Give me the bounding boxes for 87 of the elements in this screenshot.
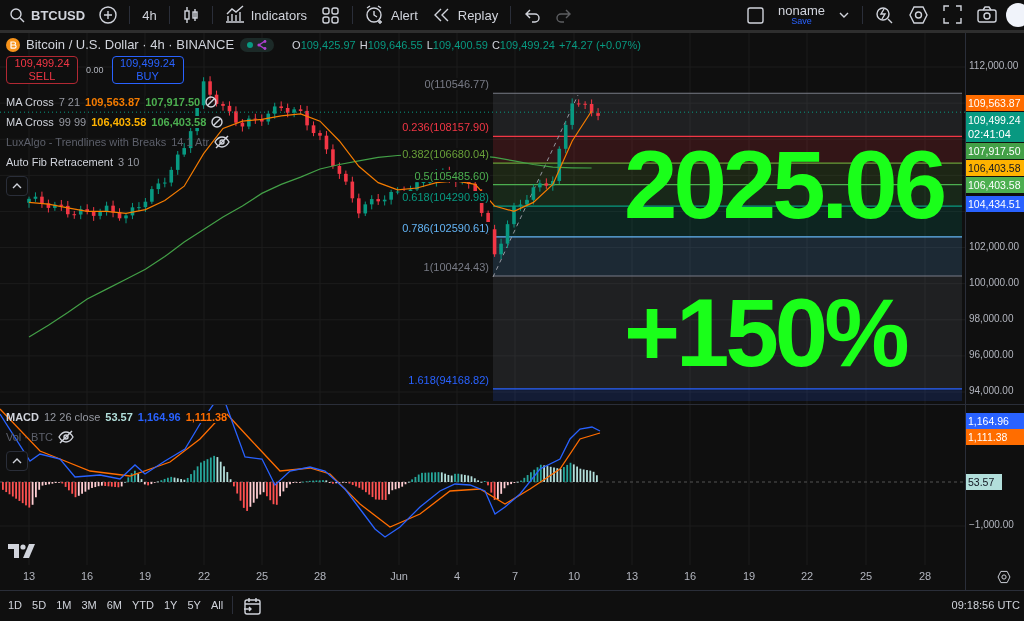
price-badge: 109,499.24 02:41:04 [966, 112, 1024, 142]
indicator-params: 12 26 close [44, 411, 101, 423]
alert-button[interactable]: Alert [360, 2, 423, 28]
time-axis-label: 25 [255, 570, 269, 582]
time-axis-label: 7 [511, 570, 519, 582]
fib-level-label: 0.236(108157.90) [401, 121, 490, 134]
ohlc-value: 109,425.97 [300, 38, 356, 51]
buy-button[interactable]: 109,499.24 BUY [111, 56, 184, 84]
indicator-value: 1,111.38 [185, 411, 228, 423]
range-button[interactable]: 3M [77, 596, 101, 614]
time-axis-label: 25 [859, 570, 873, 582]
indicators-button[interactable]: Indicators [219, 2, 312, 28]
ohlc-key: L [426, 38, 433, 51]
symbol-title: Bitcoin / U.S. Dollar · 4h · BINANCE [26, 37, 235, 52]
price-axis-label: 94,000.00 [969, 385, 1014, 396]
indicator-value: 106,403.58 [91, 116, 147, 128]
indicator-params: 3 10 [118, 156, 140, 168]
indicator-name[interactable]: MA Cross [6, 116, 54, 128]
indicator-value: 53.57 [105, 411, 133, 423]
range-button[interactable]: 6M [102, 596, 126, 614]
spread-value: 0.00 [86, 65, 104, 75]
range-button[interactable]: 1D [4, 596, 27, 614]
indicator-badge: 53.57 [966, 474, 1002, 490]
time-axis-label: 10 [567, 570, 581, 582]
ohlc-key: C [491, 38, 500, 51]
price-badge: 107,917.50 [966, 143, 1024, 159]
clock-text: 09:18:56 UTC [951, 599, 1020, 611]
time-axis-label: 19 [138, 570, 152, 582]
indicator-value: 1,164.96 [137, 411, 181, 423]
indicator-name[interactable]: MACD [6, 411, 39, 423]
time-axis-label: Jun [390, 570, 408, 582]
price-axis-label: 96,000.00 [969, 348, 1014, 360]
price-badge: 106,403.58 [966, 177, 1024, 194]
replay-button[interactable]: Replay [426, 2, 504, 28]
price-change: +74.27 (+0.07%) [558, 38, 641, 51]
ohlc-key: H [359, 38, 368, 51]
ohlc-value: 109,400.59 [432, 38, 488, 51]
fib-level-label: 0.382(106680.04) [401, 148, 490, 161]
indicator-value: 109,563.87 [85, 96, 141, 108]
ohlc-key: O [292, 38, 301, 51]
price-badge: 106,403.58 [966, 160, 1024, 177]
time-axis-label: 16 [80, 570, 94, 582]
range-button[interactable]: All [206, 596, 228, 614]
indicator-badge: 1,164.96 [966, 413, 1024, 429]
range-button[interactable]: 1Y [159, 596, 182, 614]
range-button[interactable]: 5D [28, 596, 51, 614]
price-badge: 104,434.51 [966, 195, 1024, 212]
indicator-value: 106,403.58 [151, 116, 207, 128]
indicator-axis-label: −1,000.00 [969, 519, 1014, 530]
indicator-badge: 1,111.38 [966, 429, 1024, 445]
time-axis-label: 28 [313, 570, 327, 582]
range-button[interactable]: 5Y [183, 596, 205, 614]
time-axis-label: 16 [683, 570, 697, 582]
indicator-name[interactable]: MA Cross [6, 96, 54, 108]
indicator-params: 99 99 [58, 116, 87, 128]
indicator-params: 7 21 [58, 96, 81, 108]
symbol-search-button[interactable]: BTCUSD [4, 4, 91, 26]
price-axis-label: 112,000.00 [969, 60, 1019, 71]
fib-level-label: 0.5(105485.60) [413, 169, 490, 182]
time-axis-label: 4 [453, 570, 461, 582]
fib-level-label: 0.618(104290.98) [401, 191, 490, 204]
ohlc-value: 109,646.55 [367, 38, 423, 51]
fib-level-label: 1(100424.43) [422, 261, 490, 273]
price-badge: 109,563.87 [966, 95, 1024, 111]
time-axis-label: 22 [800, 570, 814, 582]
overlay-caption: +150% [624, 285, 906, 381]
time-axis-label: 13 [625, 570, 639, 582]
layout-name[interactable]: noname [778, 4, 825, 17]
indicator-name[interactable]: Auto Fib Retracement [6, 156, 113, 168]
time-axis-label: 28 [918, 570, 932, 582]
fib-level-label: 0.786(102590.61) [401, 221, 490, 234]
time-axis-label: 22 [197, 570, 211, 582]
range-button[interactable]: YTD [127, 596, 158, 614]
price-axis-label: 98,000.00 [969, 312, 1014, 324]
sell-button[interactable]: 109,499.24 SELL [6, 56, 78, 84]
indicator-params: 14 1 Atr [171, 136, 210, 148]
time-axis-label: 13 [22, 570, 36, 582]
price-axis-label: 100,000.00 [969, 276, 1020, 288]
ohlc-value: 109,499.24 [499, 38, 555, 51]
interval-button[interactable]: 4h [137, 4, 162, 26]
save-link[interactable]: Save [791, 17, 812, 26]
price-axis-label: 102,000.00 [969, 240, 1020, 252]
range-button[interactable]: 1M [52, 596, 76, 614]
indicator-value: 107,917.50 [145, 96, 201, 108]
time-axis-label: 19 [742, 570, 756, 582]
fib-level-label: 0(110546.77) [423, 78, 490, 91]
fib-level-label: 1.618(94168.82) [407, 373, 490, 386]
